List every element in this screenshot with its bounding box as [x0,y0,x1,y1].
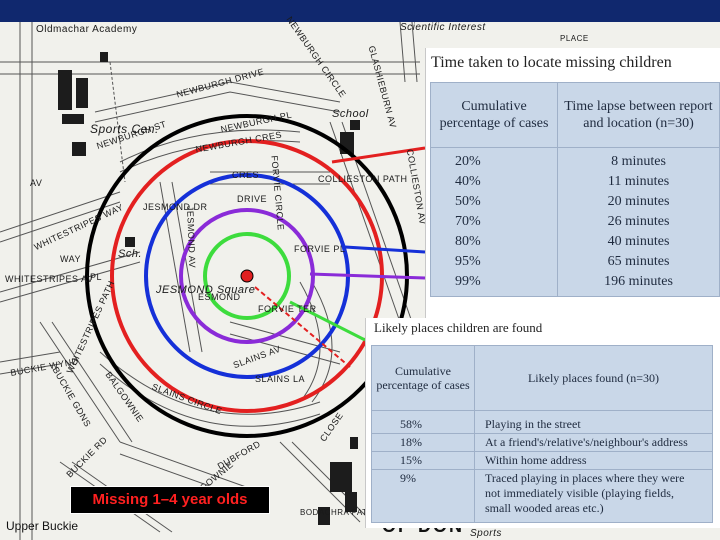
street-slains-la: SLAINS LA [255,374,306,384]
places-table-header-row: Cumulative percentage of cases Likely pl… [371,345,713,411]
street-whitestripes-av: WHITESTRIPES AV [5,274,94,284]
time-table: Cumulative percentage of cases Time laps… [430,82,720,297]
time-pct: 95% [430,252,558,272]
table-row: 20% 8 minutes [430,147,720,172]
map-label-upper-buckie: Upper Buckie [6,519,79,533]
time-value: 40 minutes [557,232,720,252]
center-dot [240,269,254,283]
time-table-header-row: Cumulative percentage of cases Time laps… [430,82,720,148]
street-way: WAY [60,254,81,264]
street-colliestone-path: COLLIESTON PATH [318,174,408,184]
street-av: AV [30,178,43,188]
time-table-title: Time taken to locate missing children [431,54,672,71]
time-value: 11 minutes [557,172,720,192]
places-value: Traced playing in places where they were… [474,469,713,523]
places-table: Cumulative percentage of cases Likely pl… [371,345,713,523]
street-drive: DRIVE [237,194,268,204]
table-row: 80% 40 minutes [430,232,720,252]
places-table-title: Likely places children are found [374,320,543,335]
places-value: Within home address [474,451,713,470]
table-row: 95% 65 minutes [430,252,720,272]
table-row: 18% At a friend's/relative's/neighbour's … [371,433,713,452]
street-bodachra-path: BODACHRA PATH [300,508,374,517]
time-to-locate-panel: Time taken to locate missing children Cu… [425,48,720,318]
map-label-place: PLACE [560,34,589,43]
places-pct: 18% [371,433,475,452]
street-pl: PL [90,272,103,282]
slide: Oldmachar Academy Scientific Interest PL… [0,0,720,540]
map-label-academy: Oldmachar Academy [36,24,138,35]
places-pct: 15% [371,451,475,470]
table-row: 15% Within home address [371,451,713,470]
table-row: 70% 26 minutes [430,212,720,232]
map-label-scientific: Scientific Interest [400,22,486,33]
places-pct: 9% [371,469,475,523]
time-pct: 80% [430,232,558,252]
places-value: At a friend's/relative's/neighbour's add… [474,433,713,452]
time-value: 20 minutes [557,192,720,212]
time-pct: 50% [430,192,558,212]
table-row: 58% Playing in the street [371,410,713,434]
landmark-sch: Sch. [118,248,143,260]
missing-age-caption: Missing 1–4 year olds [70,486,270,514]
places-table-col1-header: Cumulative percentage of cases [371,345,475,411]
table-row: 9% Traced playing in places where they we… [371,469,713,523]
landmark-sports-centre: Sports Cen. [90,122,159,136]
likely-places-panel: Likely places children are found Cumulat… [365,318,720,528]
time-value: 65 minutes [557,252,720,272]
slide-top-bar [0,0,720,23]
table-row: 50% 20 minutes [430,192,720,212]
time-value: 8 minutes [557,147,720,172]
time-pct: 70% [430,212,558,232]
map-label-sports-footer: Sports [470,528,502,539]
street-jesmond-dr: JESMOND DR [143,202,208,212]
places-value: Playing in the street [474,410,713,434]
places-pct: 58% [371,410,475,434]
street-forvie-pl: FORVIE PL [294,244,346,254]
table-row: 40% 11 minutes [430,172,720,192]
time-value: 196 minutes [557,272,720,297]
landmark-school: School [332,108,369,120]
time-value: 26 minutes [557,212,720,232]
street-jesmond-av: JESMOND AV [185,205,198,269]
time-pct: 20% [430,147,558,172]
street-forvie-ter: FORVIE TER [258,304,317,314]
time-table-col1-header: Cumulative percentage of cases [430,82,558,148]
table-row: 99% 196 minutes [430,272,720,297]
street-cres: CRES [232,170,260,180]
time-table-col2-header: Time lapse between report and location (… [557,82,720,148]
street-esmond: ESMOND [198,292,241,302]
time-pct: 40% [430,172,558,192]
places-table-col2-header: Likely places found (n=30) [474,345,713,411]
time-pct: 99% [430,272,558,297]
